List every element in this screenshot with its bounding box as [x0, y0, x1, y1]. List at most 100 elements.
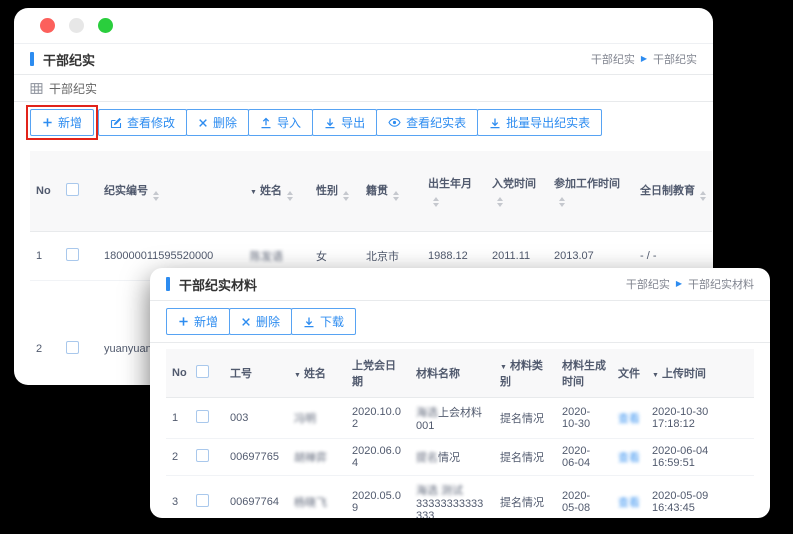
breadcrumb-item[interactable]: 干部纪实: [626, 276, 670, 292]
table-cell: 2020-10-30: [556, 398, 612, 439]
plus-icon: [42, 117, 53, 128]
button-label: 导出: [341, 114, 365, 131]
table-cell: 1: [30, 232, 60, 281]
table-cell: 提名情况: [494, 398, 556, 439]
column-header: 材料名称: [410, 349, 494, 398]
view-file-link[interactable]: 查看: [618, 497, 640, 509]
select-all-checkbox[interactable]: [196, 365, 209, 378]
select-all-checkbox[interactable]: [66, 183, 79, 196]
row-checkbox[interactable]: [196, 410, 209, 423]
cell-text: 2020-10-30 17:18:12: [652, 406, 708, 430]
sort-icon[interactable]: [497, 197, 503, 207]
column-header[interactable]: 性别: [310, 151, 360, 232]
column-header: 工号: [224, 349, 288, 398]
table-cell: 00697765: [224, 439, 288, 476]
view-file-link[interactable]: 查看: [618, 452, 640, 464]
breadcrumb-item[interactable]: 干部纪实材料: [688, 276, 754, 292]
sort-icon[interactable]: [287, 191, 293, 201]
download-button[interactable]: 下载: [291, 308, 356, 335]
column-header[interactable]: 全日制教育: [634, 151, 712, 232]
row-checkbox[interactable]: [66, 248, 79, 261]
eye-icon: [388, 117, 401, 128]
cell-text: 提名情况: [500, 413, 544, 425]
cell-text: 2020-05-08: [562, 490, 590, 514]
table-cell: 1: [166, 398, 190, 439]
table-cell: 查看: [612, 439, 646, 476]
select-all-header: [190, 349, 224, 398]
table-cell: [60, 281, 98, 386]
cell-text: 180000011595520000: [104, 250, 213, 262]
filter-icon[interactable]: ▼: [294, 372, 301, 379]
breadcrumb-item[interactable]: 干部纪实: [591, 51, 635, 67]
column-header: ▼材料类别: [494, 349, 556, 398]
table-cell: 2020-06-04: [556, 439, 612, 476]
view-record-table-button[interactable]: 查看纪实表: [376, 109, 478, 136]
table-cell: 2020.05.09: [346, 476, 410, 519]
table-cell: [190, 476, 224, 519]
table-row: 300697764杨晓飞2020.05.09海选 测试3333333333333…: [166, 476, 754, 519]
row-checkbox[interactable]: [196, 449, 209, 462]
sort-icon[interactable]: [433, 197, 439, 207]
breadcrumb-arrow-icon: ▶: [641, 55, 647, 63]
sort-icon[interactable]: [559, 197, 565, 207]
cell-text: 1: [36, 250, 42, 262]
filter-icon[interactable]: ▼: [500, 364, 507, 371]
cell-text: 2020.05.09: [352, 490, 401, 514]
filter-icon[interactable]: ▼: [250, 189, 257, 196]
row-checkbox[interactable]: [66, 341, 79, 354]
table-cell: 2020-06-04 16:59:51: [646, 439, 754, 476]
sort-icon[interactable]: [153, 191, 159, 201]
column-label: 入党时间: [492, 178, 536, 190]
column-label: 上党会日期: [352, 360, 396, 388]
column-header[interactable]: 纪实编号: [98, 151, 244, 232]
materials-table: No工号▼姓名上党会日期材料名称▼材料类别材料生成时间文件▼上传时间1003冯明…: [150, 343, 770, 518]
table-cell: [60, 232, 98, 281]
filter-icon[interactable]: ▼: [652, 372, 659, 379]
view-edit-button[interactable]: 查看修改: [98, 109, 187, 136]
import-button[interactable]: 导入: [248, 109, 313, 136]
button-label: 查看修改: [127, 114, 175, 131]
column-header[interactable]: 参加工作时间: [548, 151, 634, 232]
column-header[interactable]: ▼姓名: [244, 151, 310, 232]
minimize-button[interactable]: [69, 18, 84, 33]
button-label: 下载: [320, 313, 344, 330]
panel-header: 干部纪实: [14, 75, 713, 102]
sort-icon[interactable]: [700, 191, 706, 201]
column-label: 纪实编号: [104, 185, 148, 197]
sort-icon[interactable]: [343, 191, 349, 201]
cell-text: 陈发语: [250, 251, 283, 263]
column-label: 出生年月: [428, 178, 472, 190]
cell-text: 33333333333333: [416, 498, 483, 518]
column-label: 材料名称: [416, 368, 460, 380]
close-button[interactable]: [40, 18, 55, 33]
delete-button[interactable]: 删除: [229, 308, 292, 335]
cell-text: 2020.10.02: [352, 406, 401, 430]
add-button[interactable]: 新增: [166, 308, 230, 335]
cell-text: 2020.06.04: [352, 445, 401, 469]
column-header[interactable]: 出生年月: [422, 151, 486, 232]
delete-button[interactable]: 删除: [186, 109, 249, 136]
table-cell: [190, 439, 224, 476]
view-file-link[interactable]: 查看: [618, 413, 640, 425]
table-cell: 2020.06.04: [346, 439, 410, 476]
row-checkbox[interactable]: [196, 494, 209, 507]
batch-export-record-table-button[interactable]: 批量导出纪实表: [477, 109, 602, 136]
page-title: 干部纪实材料: [179, 275, 257, 294]
column-header: 上党会日期: [346, 349, 410, 398]
cell-text: 情况: [438, 452, 460, 464]
export-button[interactable]: 导出: [312, 109, 377, 136]
breadcrumb-item[interactable]: 干部纪实: [653, 51, 697, 67]
table-cell: 提名情况: [494, 439, 556, 476]
toolbar: 新增 查看修改删除导入 导出查看纪实表批量导出纪实表: [14, 102, 713, 145]
zoom-button[interactable]: [98, 18, 113, 33]
sort-icon[interactable]: [393, 191, 399, 201]
cell-text: 2: [36, 343, 42, 355]
add-button[interactable]: 新增: [30, 109, 94, 136]
cell-text: 00697764: [230, 496, 279, 508]
column-header[interactable]: 入党时间: [486, 151, 548, 232]
breadcrumb: 干部纪实 ▶ 干部纪实材料: [626, 276, 754, 292]
cell-text: 2013.07: [554, 250, 594, 262]
table-cell: 2020.10.02: [346, 398, 410, 439]
breadcrumb-arrow-icon: ▶: [676, 280, 682, 288]
column-header[interactable]: 籍贯: [360, 151, 422, 232]
